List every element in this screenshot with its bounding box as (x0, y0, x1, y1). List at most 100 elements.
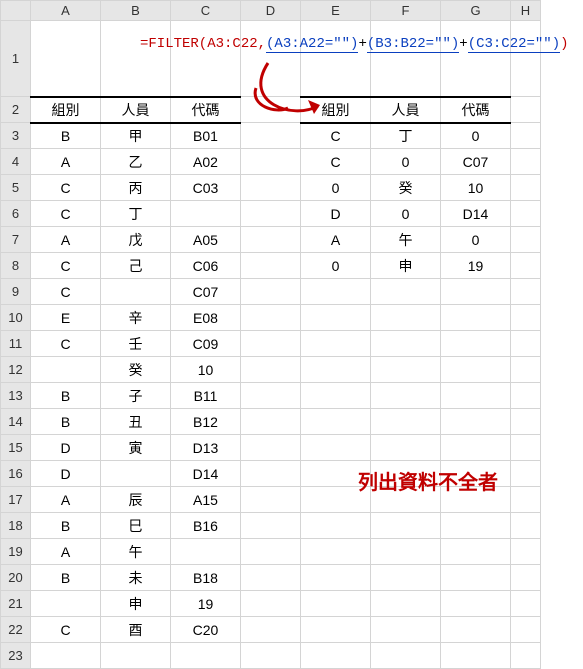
cell-A6[interactable]: C (31, 201, 101, 227)
cell-A5[interactable]: C (31, 175, 101, 201)
cell-G22[interactable] (441, 617, 511, 643)
cell-A1[interactable] (31, 21, 101, 97)
cell-A4[interactable]: A (31, 149, 101, 175)
cell-G7[interactable]: 0 (441, 227, 511, 253)
cell-H21[interactable] (511, 591, 541, 617)
cell-C19[interactable] (171, 539, 241, 565)
cell-F9[interactable] (371, 279, 441, 305)
cell-D4[interactable] (241, 149, 301, 175)
cell-C21[interactable]: 19 (171, 591, 241, 617)
cell-E14[interactable] (301, 409, 371, 435)
cell-D21[interactable] (241, 591, 301, 617)
cell-H23[interactable] (511, 643, 541, 669)
cell-D2[interactable] (241, 97, 301, 123)
cell-G17[interactable] (441, 487, 511, 513)
cell-H7[interactable] (511, 227, 541, 253)
cell-B11[interactable]: 壬 (101, 331, 171, 357)
cell-E11[interactable] (301, 331, 371, 357)
cell-H14[interactable] (511, 409, 541, 435)
cell-A8[interactable]: C (31, 253, 101, 279)
cell-C18[interactable]: B16 (171, 513, 241, 539)
cell-C9[interactable]: C07 (171, 279, 241, 305)
row-header-8[interactable]: 8 (1, 253, 31, 279)
cell-E4[interactable]: C (301, 149, 371, 175)
cell-H12[interactable] (511, 357, 541, 383)
row-header-17[interactable]: 17 (1, 487, 31, 513)
cell-F12[interactable] (371, 357, 441, 383)
cell-F23[interactable] (371, 643, 441, 669)
col-header-H[interactable]: H (511, 1, 541, 21)
corner-cell[interactable] (1, 1, 31, 21)
row-header-4[interactable]: 4 (1, 149, 31, 175)
cell-C12[interactable]: 10 (171, 357, 241, 383)
row-header-22[interactable]: 22 (1, 617, 31, 643)
cell-B17[interactable]: 辰 (101, 487, 171, 513)
cell-A17[interactable]: A (31, 487, 101, 513)
cell-B5[interactable]: 丙 (101, 175, 171, 201)
cell-A9[interactable]: C (31, 279, 101, 305)
cell-H13[interactable] (511, 383, 541, 409)
cell-B13[interactable]: 子 (101, 383, 171, 409)
cell-G12[interactable] (441, 357, 511, 383)
cell-F3[interactable]: 丁 (371, 123, 441, 149)
cell-A2[interactable]: 組別 (31, 97, 101, 123)
col-header-G[interactable]: G (441, 1, 511, 21)
cell-B15[interactable]: 寅 (101, 435, 171, 461)
col-header-A[interactable]: A (31, 1, 101, 21)
cell-C3[interactable]: B01 (171, 123, 241, 149)
cell-B7[interactable]: 戊 (101, 227, 171, 253)
cell-H9[interactable] (511, 279, 541, 305)
cell-C2[interactable]: 代碼 (171, 97, 241, 123)
cell-H17[interactable] (511, 487, 541, 513)
cell-C13[interactable]: B11 (171, 383, 241, 409)
cell-A3[interactable]: B (31, 123, 101, 149)
cell-B23[interactable] (101, 643, 171, 669)
cell-H6[interactable] (511, 201, 541, 227)
cell-D14[interactable] (241, 409, 301, 435)
cell-G5[interactable]: 10 (441, 175, 511, 201)
col-header-F[interactable]: F (371, 1, 441, 21)
cell-D19[interactable] (241, 539, 301, 565)
cell-E23[interactable] (301, 643, 371, 669)
row-header-23[interactable]: 23 (1, 643, 31, 669)
cell-E17[interactable] (301, 487, 371, 513)
cell-E18[interactable] (301, 513, 371, 539)
row-header-7[interactable]: 7 (1, 227, 31, 253)
cell-A16[interactable]: D (31, 461, 101, 487)
cell-H16[interactable] (511, 461, 541, 487)
cell-F19[interactable] (371, 539, 441, 565)
cell-B18[interactable]: 巳 (101, 513, 171, 539)
cell-E2[interactable]: 組別 (301, 97, 371, 123)
cell-G8[interactable]: 19 (441, 253, 511, 279)
cell-B8[interactable]: 己 (101, 253, 171, 279)
cell-H5[interactable] (511, 175, 541, 201)
cell-G6[interactable]: D14 (441, 201, 511, 227)
cell-E22[interactable] (301, 617, 371, 643)
cell-H8[interactable] (511, 253, 541, 279)
row-header-9[interactable]: 9 (1, 279, 31, 305)
cell-E5[interactable]: 0 (301, 175, 371, 201)
cell-E3[interactable]: C (301, 123, 371, 149)
row-header-18[interactable]: 18 (1, 513, 31, 539)
cell-C23[interactable] (171, 643, 241, 669)
cell-E9[interactable] (301, 279, 371, 305)
cell-C4[interactable]: A02 (171, 149, 241, 175)
row-header-3[interactable]: 3 (1, 123, 31, 149)
cell-D3[interactable] (241, 123, 301, 149)
cell-D22[interactable] (241, 617, 301, 643)
row-header-15[interactable]: 15 (1, 435, 31, 461)
cell-F22[interactable] (371, 617, 441, 643)
cell-G19[interactable] (441, 539, 511, 565)
cell-D13[interactable] (241, 383, 301, 409)
cell-G9[interactable] (441, 279, 511, 305)
cell-D8[interactable] (241, 253, 301, 279)
cell-E19[interactable] (301, 539, 371, 565)
cell-B2[interactable]: 人員 (101, 97, 171, 123)
row-header-1[interactable]: 1 (1, 21, 31, 97)
cell-D1[interactable] (241, 21, 301, 97)
cell-F2[interactable]: 人員 (371, 97, 441, 123)
cell-F10[interactable] (371, 305, 441, 331)
cell-H11[interactable] (511, 331, 541, 357)
cell-A23[interactable] (31, 643, 101, 669)
col-header-C[interactable]: C (171, 1, 241, 21)
